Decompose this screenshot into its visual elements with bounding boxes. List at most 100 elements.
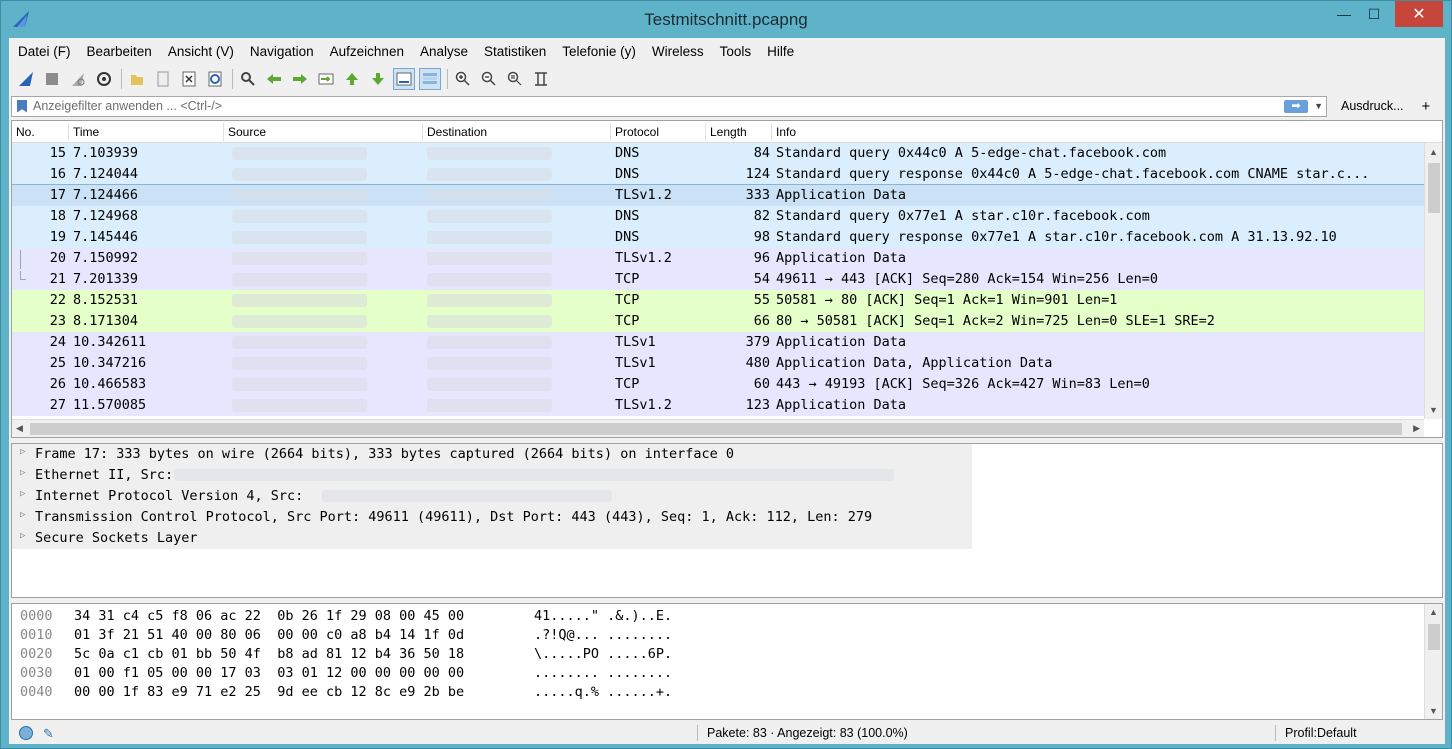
colorize-icon[interactable] xyxy=(419,68,441,90)
profile-status[interactable]: Profil:Default xyxy=(1285,726,1357,740)
packet-row[interactable]: 27 11.570085 TLSv1.2 123 Application Dat… xyxy=(12,395,1424,416)
hex-row[interactable]: 0000 34 31 c4 c5 f8 06 ac 22 0b 26 1f 29… xyxy=(12,607,1442,626)
maximize-button[interactable]: ☐ xyxy=(1357,1,1391,27)
detail-tree-item[interactable]: ▷ Frame 17: 333 bytes on wire (2664 bits… xyxy=(12,444,972,465)
hex-row[interactable]: 0030 01 00 f1 05 00 00 17 03 03 01 12 00… xyxy=(12,664,1442,683)
detail-tree-item[interactable]: ▷ Internet Protocol Version 4, Src: xyxy=(12,486,972,507)
scrollbar-thumb[interactable] xyxy=(30,423,1402,435)
packet-row[interactable]: 18 7.124968 DNS 82 Standard query 0x77e1… xyxy=(12,206,1424,227)
add-filter-button[interactable]: + xyxy=(1422,98,1431,115)
column-divider[interactable] xyxy=(610,123,611,141)
zoom-out-icon[interactable] xyxy=(478,68,500,90)
save-file-icon[interactable] xyxy=(152,68,174,90)
column-header-protocol[interactable]: Protocol xyxy=(615,125,659,139)
column-divider[interactable] xyxy=(705,123,706,141)
expand-triangle-icon[interactable]: ▷ xyxy=(20,468,25,478)
packet-list-horizontal-scrollbar[interactable]: ◀ ▶ xyxy=(12,419,1424,437)
hex-row[interactable]: 0010 01 3f 21 51 40 00 80 06 00 00 c0 a8… xyxy=(12,626,1442,645)
packet-list-vertical-scrollbar[interactable]: ▲ ▼ xyxy=(1424,143,1442,419)
first-packet-icon[interactable] xyxy=(341,68,363,90)
menu-file[interactable]: Datei (F) xyxy=(18,44,71,59)
bookmark-icon[interactable] xyxy=(17,99,27,113)
expand-triangle-icon[interactable]: ▷ xyxy=(20,510,25,520)
column-header-info[interactable]: Info xyxy=(776,125,796,139)
hex-row[interactable]: 0020 5c 0a c1 cb 01 bb 50 4f b8 ad 81 12… xyxy=(12,645,1442,664)
packet-row[interactable]: 26 10.466583 TCP 60 443 → 49193 [ACK] Se… xyxy=(12,374,1424,395)
menu-capture[interactable]: Aufzeichnen xyxy=(330,44,404,59)
close-button[interactable]: ✕ xyxy=(1395,1,1443,27)
menu-navigation[interactable]: Navigation xyxy=(250,44,314,59)
menu-statistics[interactable]: Statistiken xyxy=(484,44,546,59)
column-divider[interactable] xyxy=(771,123,772,141)
detail-tree-item[interactable]: ▷ Secure Sockets Layer xyxy=(12,528,972,549)
column-header-length[interactable]: Length xyxy=(710,125,747,139)
column-header-destination[interactable]: Destination xyxy=(427,125,487,139)
reload-file-icon[interactable] xyxy=(204,68,226,90)
packet-info: Standard query response 0x77e1 A star.c1… xyxy=(776,229,1337,245)
packet-row[interactable]: 23 8.171304 TCP 66 80 → 50581 [ACK] Seq=… xyxy=(12,311,1424,332)
hex-row[interactable]: 0040 00 00 1f 83 e9 71 e2 25 9d ee cb 12… xyxy=(12,683,1442,702)
menu-edit[interactable]: Bearbeiten xyxy=(87,44,152,59)
scrollbar-thumb[interactable] xyxy=(1428,624,1440,650)
open-file-icon[interactable] xyxy=(126,68,148,90)
packet-row[interactable]: 20 7.150992 TLSv1.2 96 Application Data xyxy=(12,248,1424,269)
packet-row[interactable]: 25 10.347216 TLSv1 480 Application Data,… xyxy=(12,353,1424,374)
column-divider[interactable] xyxy=(422,123,423,141)
restart-capture-icon[interactable] xyxy=(67,68,89,90)
column-divider[interactable] xyxy=(223,123,224,141)
display-filter-input[interactable]: Anzeigefilter anwenden ... <Ctrl-/> ➡ ▼ xyxy=(11,95,1327,117)
column-header-no[interactable]: No. xyxy=(16,125,35,139)
scroll-up-icon[interactable]: ▲ xyxy=(1429,607,1438,617)
capture-options-icon[interactable] xyxy=(93,68,115,90)
minimize-button[interactable]: — xyxy=(1327,1,1361,27)
scroll-down-icon[interactable]: ▼ xyxy=(1429,706,1438,716)
capture-comment-icon[interactable]: ✎ xyxy=(43,726,54,742)
title-bar[interactable]: Testmitschnitt.pcapng — ☐ ✕ xyxy=(1,1,1451,38)
column-divider[interactable] xyxy=(68,123,69,141)
packet-row[interactable]: 15 7.103939 DNS 84 Standard query 0x44c0… xyxy=(12,143,1424,164)
expression-button[interactable]: Ausdruck... xyxy=(1341,99,1404,113)
autoscroll-icon[interactable] xyxy=(393,68,415,90)
scroll-right-icon[interactable]: ▶ xyxy=(1413,423,1420,434)
expert-info-icon[interactable] xyxy=(19,726,33,740)
go-forward-icon[interactable] xyxy=(289,68,311,90)
zoom-in-icon[interactable] xyxy=(452,68,474,90)
menu-tools[interactable]: Tools xyxy=(720,44,752,59)
packet-row-selected[interactable]: 17 7.124466 TLSv1.2 333 Application Data xyxy=(12,184,1425,207)
scrollbar-thumb[interactable] xyxy=(1428,163,1440,213)
expand-triangle-icon[interactable]: ▷ xyxy=(20,489,25,499)
menu-wireless[interactable]: Wireless xyxy=(652,44,704,59)
packet-destination-redacted xyxy=(427,231,552,244)
column-header-source[interactable]: Source xyxy=(228,125,266,139)
packet-info: 50581 → 80 [ACK] Seq=1 Ack=1 Win=901 Len… xyxy=(776,292,1118,308)
menu-help[interactable]: Hilfe xyxy=(767,44,794,59)
stop-capture-icon[interactable] xyxy=(41,68,63,90)
packet-row[interactable]: 22 8.152531 TCP 55 50581 → 80 [ACK] Seq=… xyxy=(12,290,1424,311)
bytes-vertical-scrollbar[interactable]: ▲ ▼ xyxy=(1424,604,1442,719)
expand-triangle-icon[interactable]: ▷ xyxy=(20,531,25,541)
column-header-time[interactable]: Time xyxy=(73,125,99,139)
detail-tree-item[interactable]: ▷ Transmission Control Protocol, Src Por… xyxy=(12,507,972,528)
go-to-packet-icon[interactable] xyxy=(315,68,337,90)
last-packet-icon[interactable] xyxy=(367,68,389,90)
scroll-left-icon[interactable]: ◀ xyxy=(16,423,23,434)
close-file-icon[interactable] xyxy=(178,68,200,90)
detail-tree-item[interactable]: ▷ Ethernet II, Src: xyxy=(12,465,972,486)
go-back-icon[interactable] xyxy=(263,68,285,90)
find-packet-icon[interactable] xyxy=(237,68,259,90)
start-capture-icon[interactable] xyxy=(15,68,37,90)
expand-triangle-icon[interactable]: ▷ xyxy=(20,447,25,457)
packet-row[interactable]: 24 10.342611 TLSv1 379 Application Data xyxy=(12,332,1424,353)
resize-columns-icon[interactable] xyxy=(530,68,552,90)
menu-analyze[interactable]: Analyse xyxy=(420,44,468,59)
scroll-up-icon[interactable]: ▲ xyxy=(1429,147,1438,157)
menu-view[interactable]: Ansicht (V) xyxy=(168,44,234,59)
packet-row[interactable]: 16 7.124044 DNS 124 Standard query respo… xyxy=(12,164,1424,185)
apply-filter-arrow-icon[interactable]: ➡ xyxy=(1284,99,1308,113)
scroll-down-icon[interactable]: ▼ xyxy=(1429,405,1438,415)
menu-telephony[interactable]: Telefonie (y) xyxy=(562,44,636,59)
packet-row[interactable]: 19 7.145446 DNS 98 Standard query respon… xyxy=(12,227,1424,248)
chevron-down-icon[interactable]: ▼ xyxy=(1314,101,1323,111)
zoom-reset-icon[interactable] xyxy=(504,68,526,90)
packet-row[interactable]: 21 7.201339 TCP 54 49611 → 443 [ACK] Seq… xyxy=(12,269,1424,290)
